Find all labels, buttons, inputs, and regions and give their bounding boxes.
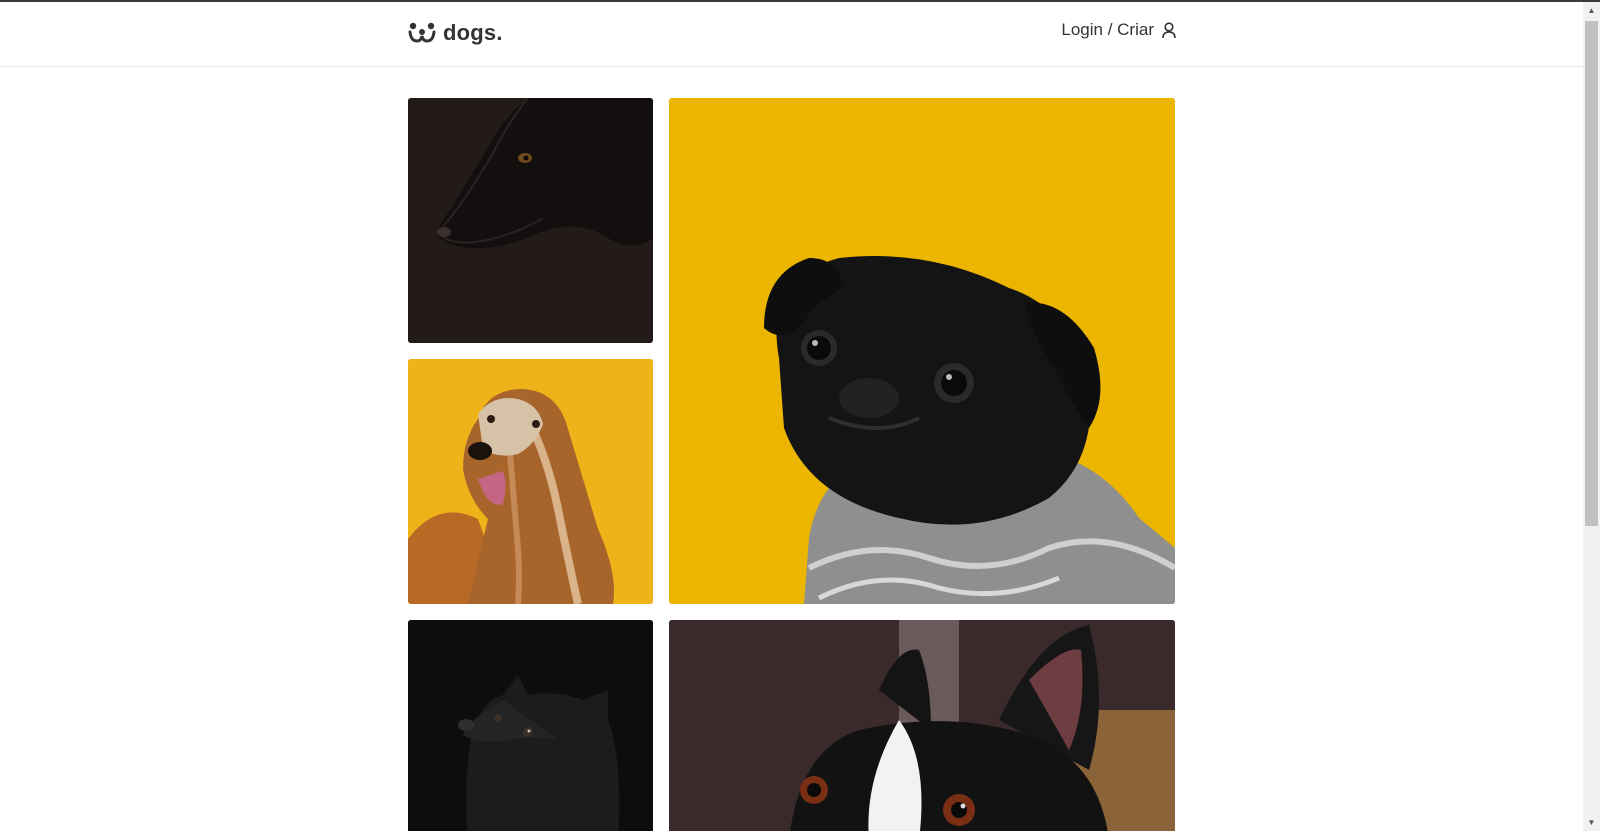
header-container: dogs. Login / Criar [408,2,1176,66]
feed-photo-black-dog-looking-up[interactable] [408,620,653,831]
feed-photo-black-shepherd[interactable] [408,98,653,343]
feed-photo-pug[interactable] [669,98,1175,604]
feed-photo-boston-terrier[interactable] [669,620,1175,831]
login-link[interactable]: Login / Criar [1061,20,1176,40]
scrollbar-thumb[interactable] [1585,21,1598,526]
feed-photo-afghan-hound[interactable] [408,359,653,604]
dog-face-icon [408,22,436,44]
logo-text: dogs. [443,20,503,45]
site-header: dogs. Login / Criar [0,2,1583,67]
scroll-up-arrow-icon[interactable]: ▲ [1583,2,1600,19]
scroll-down-arrow-icon[interactable]: ▼ [1583,814,1600,831]
home-logo-link[interactable]: dogs. [408,17,503,49]
vertical-scrollbar[interactable]: ▲ ▼ [1583,2,1600,831]
user-icon [1154,21,1176,39]
login-label: Login / Criar [1061,20,1154,39]
